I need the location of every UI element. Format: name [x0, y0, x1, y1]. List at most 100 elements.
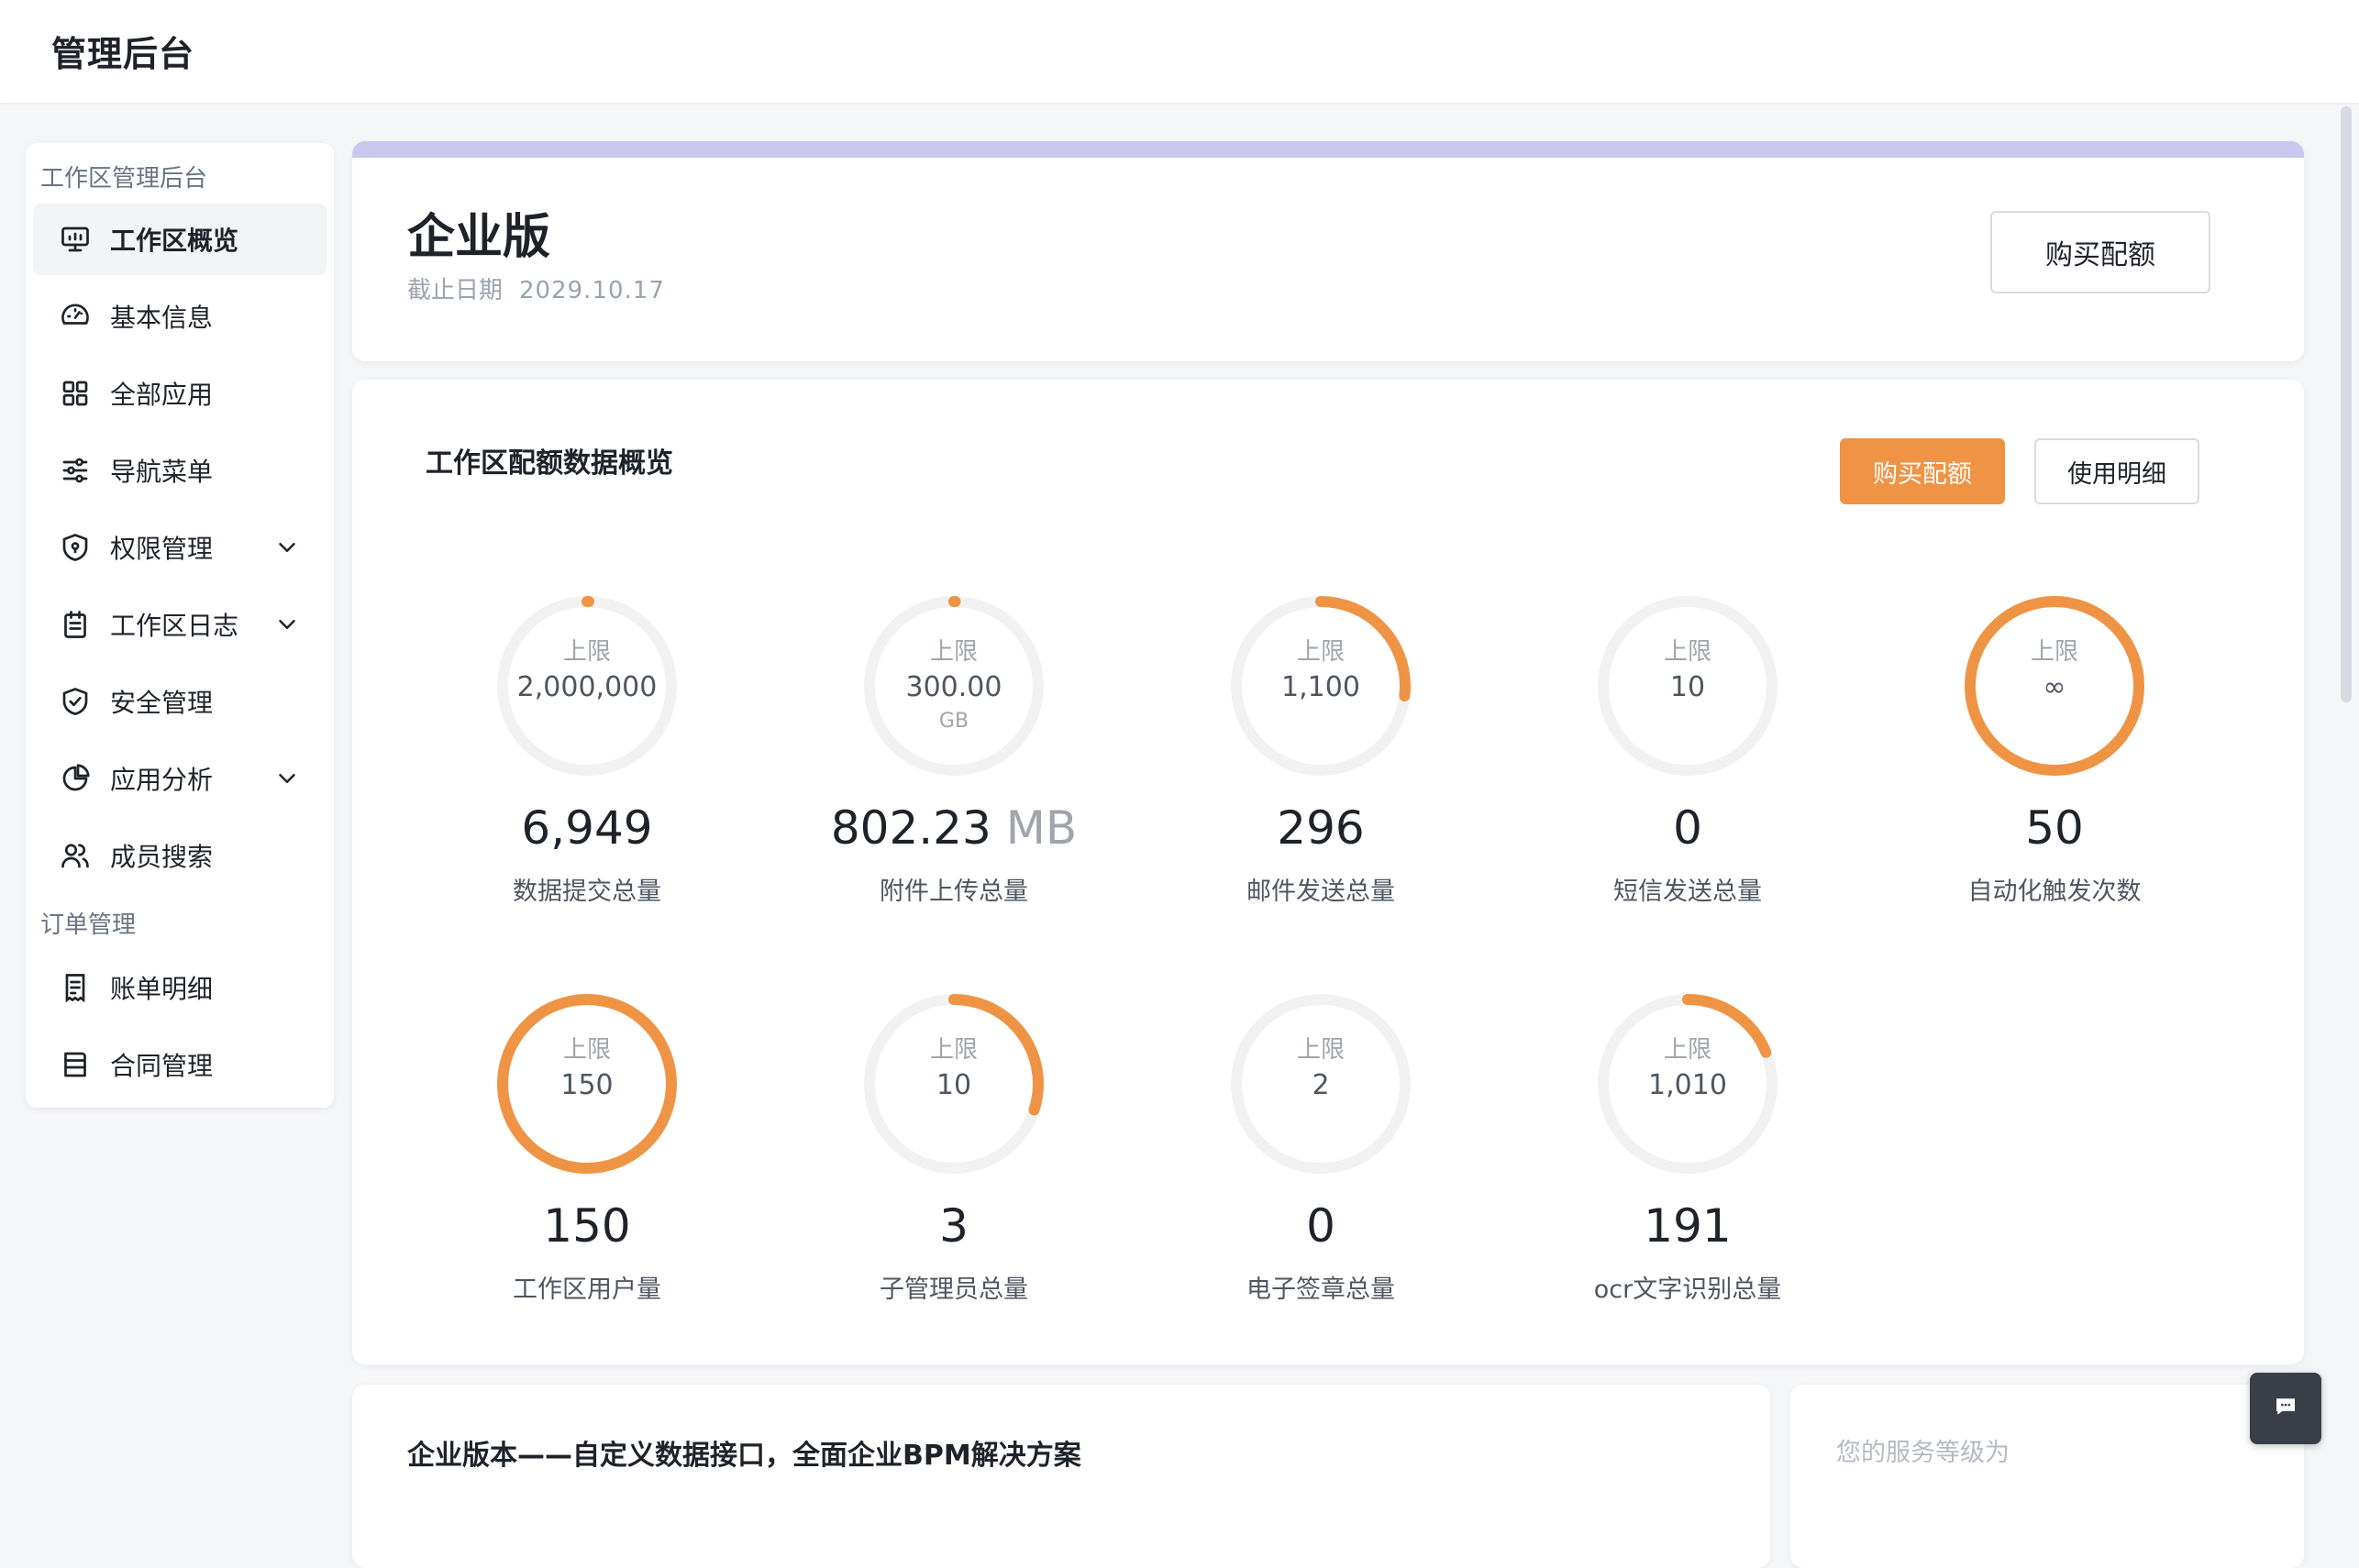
- limit-value: 1,100: [1281, 671, 1360, 703]
- sidebar-item-billing[interactable]: 账单明细: [33, 952, 327, 1023]
- service-level-label: 您的服务等级为: [1836, 1439, 2010, 1467]
- quota-ring-center: 上限 1,100: [1229, 594, 1412, 778]
- sidebar-item-label: 成员搜索: [110, 842, 214, 872]
- sidebar-item-label: 全部应用: [110, 380, 214, 410]
- service-level-card: 您的服务等级为: [1790, 1385, 2304, 1568]
- quota-metric: 上限 ∞ 50 自动化触发次数: [1871, 594, 2238, 961]
- metric-label: ocr文字识别总量: [1593, 1275, 1782, 1304]
- sidebar: 工作区管理后台 工作区概览 基本信息 全部应用 导航菜单 权限管理 工作区日志 …: [26, 143, 334, 1108]
- quota-metric: 上限 150 150 工作区用户量: [404, 992, 770, 1359]
- quota-ring-center: 上限 1,010: [1596, 992, 1779, 1176]
- expiry-label: 截止日期: [407, 277, 504, 304]
- enterprise-promo-title: 企业版本——自定义数据接口，全面企业BPM解决方案: [407, 1440, 1081, 1472]
- metric-label: 数据提交总量: [513, 878, 661, 906]
- sidebar-item-label: 安全管理: [110, 688, 214, 718]
- quota-ring-center: 上限 2,000,000: [495, 594, 679, 778]
- quota-section-title: 工作区配额数据概览: [426, 447, 673, 480]
- metric-number: 191: [1644, 1199, 1732, 1253]
- quota-ring-center: 上限 10: [1596, 594, 1779, 778]
- sidebar-item-label: 导航菜单: [110, 457, 214, 487]
- quota-overview-card: 工作区配额数据概览 购买配额 使用明细 上限 2,000,000 6,949 数据提交…: [352, 380, 2304, 1364]
- sidebar-item-label: 工作区日志: [110, 611, 239, 641]
- grid-icon: [57, 375, 94, 412]
- expiry-date: 2029.10.17: [519, 277, 665, 304]
- limit-unit: GB: [938, 710, 969, 733]
- sidebar-item-basic-info[interactable]: 基本信息: [33, 281, 327, 352]
- metric-number: 6,949: [521, 801, 653, 855]
- metric-number: 296: [1277, 801, 1365, 855]
- chat-button[interactable]: [2250, 1373, 2321, 1444]
- limit-label: 上限: [562, 1036, 611, 1064]
- limit-value: 150: [560, 1069, 614, 1101]
- chevron-down-icon[interactable]: [273, 534, 301, 561]
- quota-ring-center: 上限 10: [862, 992, 1046, 1176]
- sidebar-item-label: 账单明细: [110, 974, 214, 1004]
- limit-label: 上限: [929, 1036, 978, 1064]
- sidebar-section-workspace: 工作区管理后台: [40, 165, 208, 193]
- plan-buy-quota-button[interactable]: 购买配额: [1990, 211, 2210, 293]
- limit-value: 10: [936, 1069, 972, 1101]
- quota-ring-center: 上限 ∞: [1963, 594, 2146, 778]
- metric-label: 电子签章总量: [1246, 1275, 1395, 1304]
- enterprise-promo-card: 企业版本——自定义数据接口，全面企业BPM解决方案: [352, 1385, 1770, 1568]
- quota-metric: 上限 1,010 191 ocr文字识别总量: [1504, 992, 1871, 1359]
- limit-label: 上限: [1663, 638, 1711, 666]
- sidebar-item-permissions[interactable]: 权限管理: [33, 512, 327, 583]
- sliders-icon: [57, 452, 94, 489]
- limit-value: 300.00: [905, 671, 1002, 703]
- quota-metric: 上限 1,100 296 邮件发送总量: [1137, 594, 1504, 961]
- metric-number: 0: [1673, 801, 1702, 855]
- metric-number: 0: [1306, 1199, 1335, 1253]
- sidebar-item-app-analytics[interactable]: 应用分析: [33, 743, 327, 814]
- metric-value: 191: [1504, 1199, 1871, 1253]
- sidebar-item-label: 应用分析: [110, 765, 214, 795]
- metric-value: 802.23 MB: [770, 801, 1137, 855]
- limit-label: 上限: [562, 638, 611, 666]
- sidebar-item-security[interactable]: 安全管理: [33, 666, 327, 737]
- metric-label: 短信发送总量: [1613, 878, 1762, 906]
- metric-number: 150: [543, 1199, 631, 1253]
- metric-unit: MB: [991, 801, 1078, 855]
- sidebar-item-all-apps[interactable]: 全部应用: [33, 358, 327, 429]
- sidebar-item-contracts[interactable]: 合同管理: [33, 1029, 327, 1100]
- chevron-down-icon[interactable]: [273, 765, 301, 792]
- sidebar-item-label: 权限管理: [110, 534, 214, 564]
- quota-metric: 上限 300.00 GB 802.23 MB 附件上传总量: [770, 594, 1137, 961]
- contract-icon: [57, 1046, 94, 1083]
- sidebar-item-workspace-log[interactable]: 工作区日志: [33, 589, 327, 660]
- calendar-icon: [57, 606, 94, 643]
- sidebar-item-member-search[interactable]: 成员搜索: [33, 820, 327, 891]
- page-scrollbar[interactable]: [2333, 103, 2359, 1484]
- quota-metric: 上限 2 0 电子签章总量: [1137, 992, 1504, 1359]
- sidebar-item-label: 合同管理: [110, 1051, 214, 1081]
- limit-label: 上限: [2030, 638, 2078, 666]
- scrollbar-thumb[interactable]: [2341, 106, 2352, 702]
- metric-number: 50: [2025, 801, 2084, 855]
- metric-label: 自动化触发次数: [1967, 878, 2142, 906]
- dashboard-icon: [57, 298, 94, 335]
- usage-detail-button[interactable]: 使用明细: [2034, 438, 2199, 504]
- quota-ring-center: 上限 150: [495, 992, 679, 1176]
- monitor-icon: [57, 221, 94, 258]
- limit-label: 上限: [1663, 1036, 1711, 1064]
- quota-buy-button[interactable]: 购买配额: [1840, 438, 2005, 504]
- shield-lock-icon: [57, 529, 94, 566]
- quota-metric: 上限 10 0 短信发送总量: [1504, 594, 1871, 961]
- limit-label: 上限: [1296, 638, 1345, 666]
- app-title: 管理后台: [51, 34, 195, 74]
- limit-value: 1,010: [1648, 1069, 1727, 1101]
- metric-value: 0: [1504, 801, 1871, 855]
- quota-ring-center: 上限 2: [1229, 992, 1412, 1176]
- sidebar-item-workspace-overview[interactable]: 工作区概览: [33, 204, 327, 275]
- receipt-icon: [57, 969, 94, 1006]
- plan-accent-strip: [352, 141, 2304, 158]
- sidebar-item-label: 工作区概览: [110, 226, 239, 256]
- quota-metric: 上限 10 3 子管理员总量: [770, 992, 1137, 1359]
- metric-value: 6,949: [404, 801, 770, 855]
- plan-title: 企业版: [407, 210, 551, 265]
- limit-value: 10: [1669, 671, 1706, 703]
- metric-number: 3: [939, 1199, 969, 1253]
- sidebar-item-label: 基本信息: [110, 303, 214, 333]
- sidebar-item-nav-menu[interactable]: 导航菜单: [33, 435, 327, 506]
- chevron-down-icon[interactable]: [273, 611, 301, 638]
